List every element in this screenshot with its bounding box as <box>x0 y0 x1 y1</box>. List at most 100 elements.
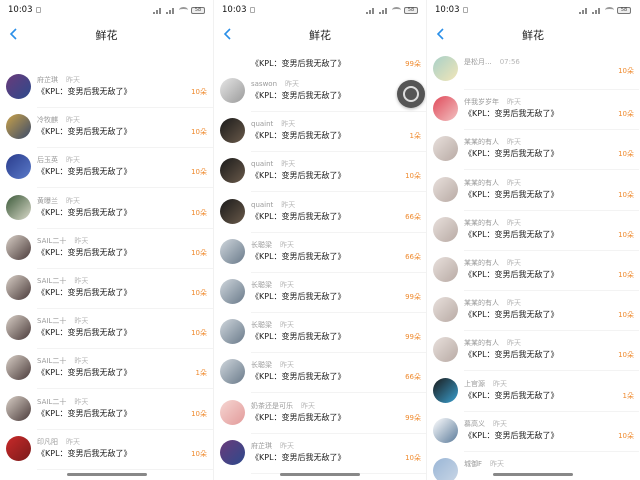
avatar <box>433 417 458 443</box>
sender-name-text: 长聪梁 <box>251 361 272 370</box>
list-item[interactable]: 府芷琪 昨天 《KPL：变男后我无敌了》 10朵 <box>0 68 213 108</box>
sender-name-text: 长聪梁 <box>251 281 272 289</box>
back-button[interactable] <box>6 26 22 42</box>
status-left: 10:03 <box>222 5 255 15</box>
record-time: 昨天 <box>507 299 521 308</box>
record-time: 昨天 <box>507 218 521 227</box>
list-item[interactable]: quaint 昨天 《KPL：变男后我无敌了》 66朵 <box>214 193 426 233</box>
list-item[interactable]: 慕高义 昨天 《KPL：变男后我无敌了》 10朵 <box>427 412 639 452</box>
sender-name-text: 长聪梁 <box>251 240 272 249</box>
home-indicator[interactable] <box>493 473 573 476</box>
avatar <box>220 279 245 304</box>
record-message: 《KPL：变男后我无敌了》 <box>37 167 132 177</box>
sender-name: 长聪梁 昨天 <box>251 280 294 290</box>
list-item[interactable]: 某某的有人 昨天 《KPL：变男后我无敌了》 10朵 <box>427 331 639 372</box>
avatar <box>433 458 458 480</box>
avatar <box>220 399 245 425</box>
record-time: 昨天 <box>281 200 296 209</box>
avatar <box>220 118 245 144</box>
sender-name: 某某的有人 昨天 <box>464 298 521 308</box>
status-bar: 10:03 58 <box>0 0 213 20</box>
back-button[interactable] <box>433 26 449 42</box>
avatar <box>433 377 458 403</box>
list-item[interactable]: 某某的有人 昨天 《KPL：变男后我无敌了》 10朵 <box>427 291 639 332</box>
record-message: 《KPL：变男后我无敌了》 <box>251 59 346 68</box>
flower-amount: 66朵 <box>405 252 421 261</box>
flower-amount: 99朵 <box>405 333 421 342</box>
nav-bar: 鲜花 <box>0 20 213 50</box>
sender-name-text: SAIL二十 <box>37 277 67 285</box>
list-item[interactable]: 某某的有人 昨天 《KPL：变男后我无敌了》 10朵 <box>427 211 639 251</box>
avatar <box>6 234 31 260</box>
list-item[interactable]: quaint 昨天 《KPL：变男后我无敌了》 1朵 <box>214 112 426 153</box>
record-message: 《KPL：变男后我无敌了》 <box>251 452 346 462</box>
nav-bar: 鲜花 <box>214 20 426 50</box>
sender-name: 长聪梁 昨天 <box>251 240 294 250</box>
list-item[interactable]: 长聪梁 昨天 《KPL：变男后我无敌了》 99朵 <box>214 273 426 313</box>
nav-bar: 鲜花 <box>427 20 639 50</box>
avatar <box>433 216 458 242</box>
list-item[interactable]: 某某的有人 昨天 《KPL：变男后我无敌了》 10朵 <box>427 251 639 291</box>
sender-name-text: 后玉英 <box>37 156 58 165</box>
signal-icon <box>379 7 389 14</box>
home-indicator[interactable] <box>66 473 147 476</box>
list-item[interactable]: 伴我岁岁年 昨天 《KPL：变男后我无敌了》 10朵 <box>427 90 639 131</box>
avatar <box>433 56 458 81</box>
flower-amount: 10朵 <box>618 190 634 199</box>
flower-amount: 10朵 <box>618 431 634 440</box>
back-button[interactable] <box>220 26 236 42</box>
sender-name: 某某的有人 昨天 <box>464 178 521 188</box>
avatar <box>6 194 31 220</box>
flower-record-list[interactable]: 《KPL：变男后我无敌了》 99朵 saswon 昨天 《KPL：变男后我无敌了》 qua… <box>214 50 426 480</box>
list-item[interactable]: 后玉英 昨天 《KPL：变男后我无敌了》 10朵 <box>0 148 213 189</box>
flower-record-list[interactable]: 是松月... 07:56 10朵 伴我岁岁年 昨天 《KPL：变男后我无敌了》 10朵 某某的… <box>427 50 639 480</box>
list-item[interactable]: SAIL二十 昨天 《KPL：变男后我无敌了》 10朵 <box>0 229 213 269</box>
list-item[interactable]: 某某的有人 昨天 《KPL：变男后我无敌了》 10朵 <box>427 171 639 211</box>
list-item[interactable]: 上官源 昨天 《KPL：变男后我无敌了》 1朵 <box>427 372 639 412</box>
list-item[interactable]: 长聪梁 昨天 《KPL：变男后我无敌了》 66朵 <box>214 353 426 394</box>
home-indicator[interactable] <box>280 473 360 476</box>
chevron-left-icon <box>9 28 17 40</box>
record-time: 昨天 <box>490 460 505 468</box>
avatar <box>6 74 31 99</box>
sender-name: 某某的有人 昨天 <box>464 137 521 147</box>
record-message: 《KPL：变男后我无敌了》 <box>37 87 132 96</box>
record-message: 《KPL：变男后我无敌了》 <box>251 332 346 342</box>
sender-name-text: 长聪梁 <box>251 321 272 330</box>
circle-icon <box>403 86 419 102</box>
list-item[interactable]: 某某的有人 昨天 《KPL：变男后我无敌了》 10朵 <box>427 130 639 171</box>
list-item[interactable]: 黄曝兰 昨天 《KPL：变男后我无敌了》 10朵 <box>0 189 213 229</box>
list-item[interactable]: saswon 昨天 《KPL：变男后我无敌了》 <box>214 72 426 112</box>
floating-assist-button[interactable] <box>397 80 425 108</box>
sender-name: 某某的有人 昨天 <box>464 258 521 268</box>
list-item[interactable]: 长聪梁 昨天 《KPL：变男后我无敌了》 99朵 <box>214 313 426 354</box>
avatar <box>433 257 458 282</box>
record-message: 《KPL：变男后我无敌了》 <box>251 251 346 261</box>
wifi-icon <box>605 7 614 13</box>
sender-name: 奶茶还是可乐 昨天 <box>251 401 315 411</box>
flower-amount: 99朵 <box>405 413 421 422</box>
record-time: 昨天 <box>74 357 89 366</box>
record-time: 昨天 <box>280 281 294 289</box>
record-message: 《KPL：变男后我无敌了》 <box>37 207 132 217</box>
list-item[interactable]: 是松月... 07:56 10朵 <box>427 50 639 90</box>
flower-record-list[interactable]: 府芷琪 昨天 《KPL：变男后我无敌了》 10朵 冷牧麒 昨天 《KPL：变男后我无敌了》 1… <box>0 50 213 480</box>
battery-icon: 58 <box>617 6 631 14</box>
list-item[interactable]: 长聪梁 昨天 《KPL：变男后我无敌了》 66朵 <box>214 233 426 273</box>
list-item[interactable]: 冷牧麒 昨天 《KPL：变男后我无敌了》 10朵 <box>0 108 213 149</box>
record-time: 昨天 <box>66 76 80 84</box>
screens-root: 10:03 58 鲜花 府芷琪 昨天 《KPL：变男后我无敌了》 10朵 冷牧麒 昨天 《KPL：… <box>0 0 640 480</box>
list-item[interactable]: SAIL二十 昨天 《KPL：变男后我无敌了》 10朵 <box>0 390 213 430</box>
list-item[interactable]: quaint 昨天 《KPL：变男后我无敌了》 10朵 <box>214 152 426 193</box>
avatar <box>433 337 458 363</box>
sender-name: SAIL二十 昨天 <box>37 397 88 407</box>
notification-icon <box>462 7 468 13</box>
list-item[interactable]: SAIL二十 昨天 《KPL：变男后我无敌了》 1朵 <box>0 349 213 390</box>
list-item[interactable]: 府芷琪 昨天 《KPL：变男后我无敌了》 10朵 <box>214 434 426 474</box>
record-message: 《KPL：变男后我无敌了》 <box>37 368 132 378</box>
list-item[interactable]: SAIL二十 昨天 《KPL：变男后我无敌了》 10朵 <box>0 269 213 309</box>
avatar <box>220 78 245 103</box>
list-item[interactable]: SAIL二十 昨天 《KPL：变男后我无敌了》 10朵 <box>0 309 213 350</box>
list-item[interactable]: 奶茶还是可乐 昨天 《KPL：变男后我无敌了》 99朵 <box>214 394 426 434</box>
list-item[interactable]: 印凡阳 昨天 《KPL：变男后我无敌了》 10朵 <box>0 430 213 470</box>
